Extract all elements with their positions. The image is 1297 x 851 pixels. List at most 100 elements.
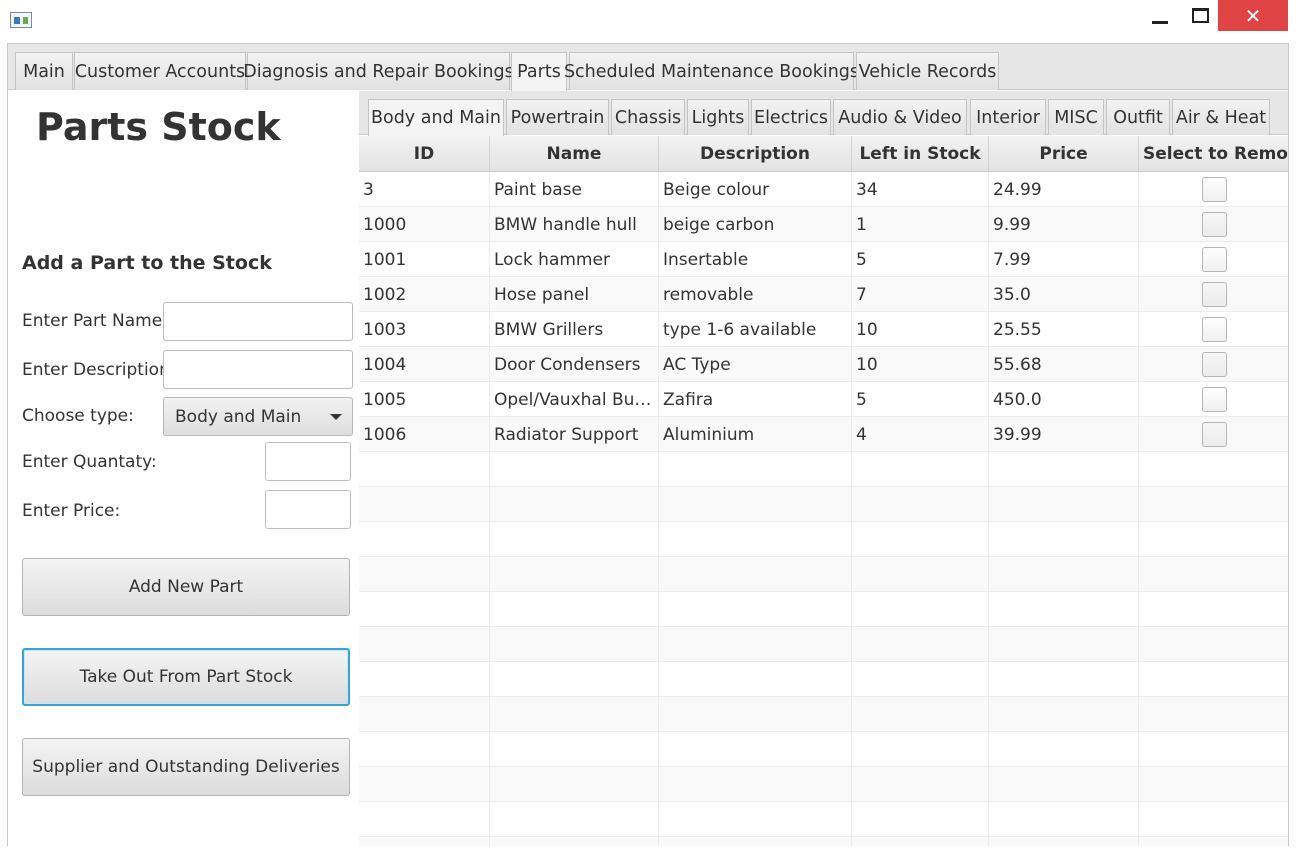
left-panel: Parts Stock Add a Part to the Stock Ente… (8, 91, 359, 846)
cell-description (659, 732, 852, 767)
description-label: Enter Description: (22, 360, 176, 380)
select-to-remove-checkbox[interactable] (1202, 352, 1227, 377)
quantity-input[interactable] (265, 442, 351, 481)
table-header: ID Name Description Left in Stock Price … (359, 136, 1288, 172)
maximize-button[interactable] (1177, 0, 1223, 31)
cell-name: Paint base (490, 172, 659, 207)
table-row[interactable]: 1003 BMW Grillers type 1-6 available 10 25.5… (359, 312, 1288, 347)
quantity-label: Enter Quantaty: (22, 452, 157, 472)
column-header-description[interactable]: Description (659, 136, 852, 172)
tab-chassis[interactable]: Chassis (611, 99, 685, 135)
empty-table-row[interactable] (359, 732, 1288, 767)
cell-price (989, 767, 1139, 802)
price-input[interactable] (265, 490, 351, 529)
cell-price (989, 697, 1139, 732)
select-to-remove-checkbox[interactable] (1202, 247, 1227, 272)
cell-price: 9.99 (989, 207, 1139, 242)
take-out-from-stock-button[interactable]: Take Out From Part Stock (22, 648, 350, 706)
tab-parts[interactable]: Parts (511, 52, 567, 91)
select-to-remove-checkbox[interactable] (1202, 212, 1227, 237)
empty-table-row[interactable] (359, 487, 1288, 522)
select-to-remove-checkbox[interactable] (1202, 387, 1227, 412)
column-header-id[interactable]: ID (359, 136, 490, 172)
cell-left-in-stock (852, 732, 989, 767)
table-row[interactable]: 1004 Door Condensers AC Type 10 55.68 (359, 347, 1288, 382)
tab-powertrain[interactable]: Powertrain (506, 99, 609, 135)
cell-left-in-stock (852, 592, 989, 627)
cell-name (490, 557, 659, 592)
select-to-remove-checkbox[interactable] (1202, 177, 1227, 202)
close-icon: ✕ (1244, 3, 1262, 28)
table-row[interactable]: 3 Paint base Beige colour 34 24.99 (359, 172, 1288, 207)
column-header-price[interactable]: Price (989, 136, 1139, 172)
cell-name (490, 522, 659, 557)
supplier-deliveries-button[interactable]: Supplier and Outstanding Deliveries (22, 738, 350, 796)
cell-name (490, 697, 659, 732)
cell-id: 1004 (359, 347, 490, 382)
empty-table-row[interactable] (359, 662, 1288, 697)
table-row[interactable]: 1005 Opel/Vauxhal Bu… Zafira 5 450.0 (359, 382, 1288, 417)
empty-table-row[interactable] (359, 802, 1288, 837)
cell-description: Insertable (659, 242, 852, 277)
select-to-remove-checkbox[interactable] (1202, 317, 1227, 342)
cell-left-in-stock (852, 557, 989, 592)
tab-misc[interactable]: MISC (1048, 99, 1104, 135)
cell-name (490, 487, 659, 522)
cell-price (989, 522, 1139, 557)
tab-main[interactable]: Main (15, 52, 73, 90)
add-new-part-button[interactable]: Add New Part (22, 558, 350, 616)
cell-description (659, 697, 852, 732)
tab-vehicle-records[interactable]: Vehicle Records (856, 52, 999, 90)
cell-name (490, 627, 659, 662)
type-select[interactable]: Body and Main (163, 397, 353, 436)
tab-electrics[interactable]: Electrics (751, 99, 831, 135)
cell-price: 39.99 (989, 417, 1139, 452)
empty-table-row[interactable] (359, 592, 1288, 627)
column-header-left-in-stock[interactable]: Left in Stock (852, 136, 989, 172)
column-header-select-to-remove[interactable]: Select to Remove (1139, 136, 1288, 172)
tab-outfit[interactable]: Outfit (1106, 99, 1170, 135)
cell-select-to-remove (1139, 557, 1288, 592)
empty-table-row[interactable] (359, 697, 1288, 732)
close-button[interactable]: ✕ (1218, 0, 1288, 31)
table-row[interactable]: 1001 Lock hammer Insertable 5 7.99 (359, 242, 1288, 277)
empty-table-row[interactable] (359, 627, 1288, 662)
cell-left-in-stock: 5 (852, 242, 989, 277)
cell-description: Beige colour (659, 172, 852, 207)
tab-lights[interactable]: Lights (687, 99, 749, 135)
select-to-remove-checkbox[interactable] (1202, 282, 1227, 307)
cell-select-to-remove (1139, 837, 1288, 846)
cell-name: Door Condensers (490, 347, 659, 382)
cell-left-in-stock (852, 452, 989, 487)
empty-table-row[interactable] (359, 522, 1288, 557)
part-name-input[interactable] (163, 302, 353, 341)
cell-price: 7.99 (989, 242, 1139, 277)
cell-name: BMW Grillers (490, 312, 659, 347)
description-input[interactable] (163, 350, 353, 389)
cell-price (989, 802, 1139, 837)
tab-scheduled-maintenance-bookings[interactable]: Scheduled Maintenance Bookings (564, 52, 859, 90)
column-header-name[interactable]: Name (490, 136, 659, 172)
select-to-remove-checkbox[interactable] (1202, 422, 1227, 447)
tab-body-and-main[interactable]: Body and Main (368, 99, 504, 136)
cell-description (659, 662, 852, 697)
tab-interior[interactable]: Interior (970, 99, 1046, 135)
tab-air-heat[interactable]: Air & Heat (1172, 99, 1270, 135)
cell-select-to-remove (1139, 347, 1288, 382)
tab-audio-video[interactable]: Audio & Video (833, 99, 967, 135)
empty-table-row[interactable] (359, 452, 1288, 487)
cell-left-in-stock (852, 487, 989, 522)
cell-left-in-stock: 34 (852, 172, 989, 207)
cell-left-in-stock: 7 (852, 277, 989, 312)
table-row[interactable]: 1002 Hose panel removable 7 35.0 (359, 277, 1288, 312)
cell-left-in-stock (852, 627, 989, 662)
tab-diagnosis-repair-bookings[interactable]: Diagnosis and Repair Bookings (243, 52, 514, 90)
empty-table-row[interactable] (359, 557, 1288, 592)
tab-customer-accounts[interactable]: Customer Accounts (74, 52, 246, 90)
cell-description (659, 767, 852, 802)
cell-price (989, 592, 1139, 627)
table-row[interactable]: 1006 Radiator Support Aluminium 4 39.99 (359, 417, 1288, 452)
table-row[interactable]: 1000 BMW handle hull beige carbon 1 9.99 (359, 207, 1288, 242)
empty-table-row[interactable] (359, 767, 1288, 802)
empty-table-row[interactable] (359, 837, 1288, 846)
